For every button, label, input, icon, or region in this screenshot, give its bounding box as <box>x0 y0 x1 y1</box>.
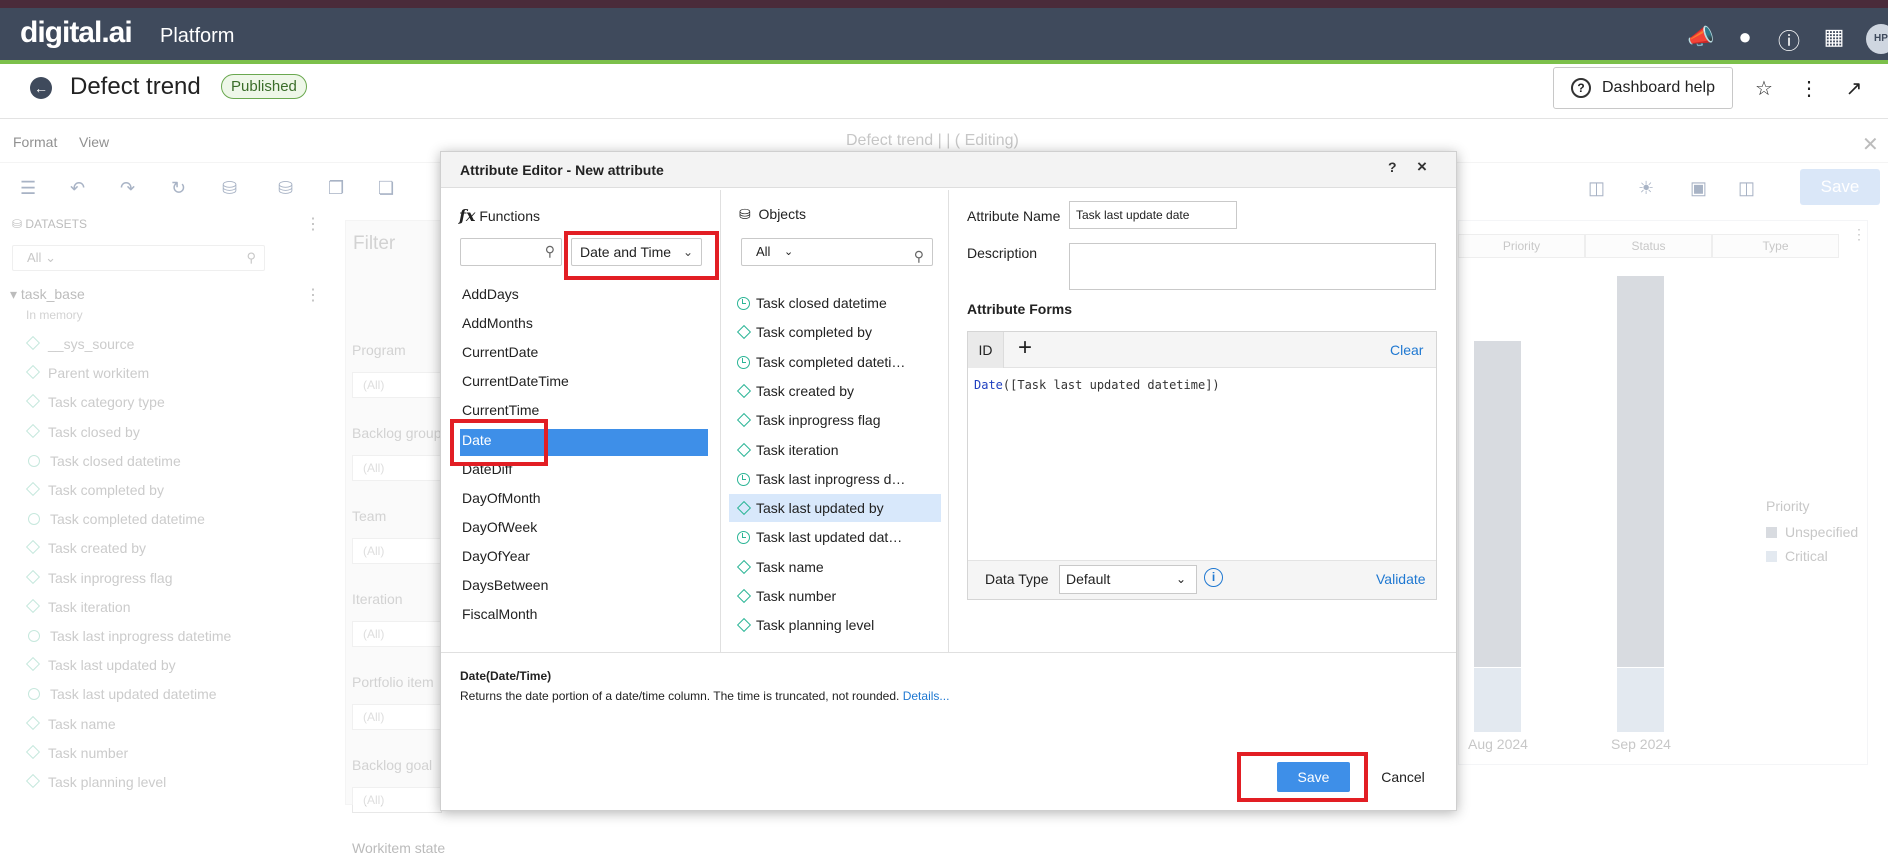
collapse-icon[interactable]: ↗ <box>1842 76 1866 101</box>
user-avatar[interactable]: HP <box>1866 24 1888 54</box>
object-item-label: Task last updated dat… <box>756 529 903 546</box>
highlight-box <box>1237 752 1368 802</box>
search-icon: ⚲ <box>913 248 924 264</box>
dashboard-help-label: Dashboard help <box>1602 79 1715 96</box>
award-icon[interactable]: ● <box>1731 24 1759 50</box>
dialog-help-icon[interactable]: ? <box>1388 159 1397 175</box>
function-signature: Date(Date/Time) <box>460 669 552 683</box>
dialog-title: Attribute Editor - New attribute <box>460 162 664 178</box>
clear-link[interactable]: Clear <box>1390 342 1423 358</box>
object-item[interactable]: Task planning level <box>736 617 875 634</box>
function-item[interactable]: CurrentTime <box>462 402 539 418</box>
product-name: Platform <box>160 25 235 47</box>
apps-grid-icon[interactable]: ▦ <box>1820 24 1848 50</box>
clock-icon <box>737 297 750 310</box>
announcement-icon[interactable]: 📣 <box>1687 24 1715 50</box>
object-item-label: Task number <box>756 588 837 604</box>
search-icon: ⚲ <box>544 243 555 259</box>
function-item[interactable]: DaysBetween <box>462 577 548 593</box>
functions-heading: fx Functions <box>459 206 541 225</box>
dashboard-help-button[interactable]: ? Dashboard help <box>1553 67 1733 109</box>
highlight-box <box>564 231 719 280</box>
add-form-button[interactable]: + <box>1018 334 1032 362</box>
divider <box>948 190 949 652</box>
more-vertical-icon[interactable]: ⋮ <box>1797 76 1821 101</box>
divider <box>720 190 721 652</box>
attribute-name-label: Attribute Name <box>967 208 1061 224</box>
chevron-down-icon: ⌄ <box>784 246 794 258</box>
object-item[interactable]: Task name <box>736 558 824 575</box>
details-link[interactable]: Details... <box>903 689 950 703</box>
top-navbar: digital.ai Platform 📣 ● ⓘ ▦ HP <box>0 8 1888 60</box>
object-item-label: Task last updated by <box>756 500 884 517</box>
back-arrow-icon[interactable]: ← <box>30 77 52 99</box>
function-item[interactable]: CurrentDate <box>462 344 538 360</box>
objects-filter-select[interactable]: All ⌄ ⚲ <box>741 238 933 266</box>
object-item[interactable]: Task completed dateti… <box>737 353 906 370</box>
chevron-down-icon: ⌄ <box>1175 572 1186 586</box>
object-item-label: Task completed by <box>756 324 872 341</box>
dialog-close-icon[interactable]: × <box>1417 157 1427 177</box>
function-item[interactable]: CurrentDateTime <box>462 373 569 389</box>
question-circle-icon: ? <box>1571 78 1591 98</box>
object-item-label: Task last inprogress d… <box>756 470 906 487</box>
function-item[interactable]: AddDays <box>462 286 519 302</box>
object-item[interactable]: Task last inprogress d… <box>737 470 906 487</box>
clock-icon <box>737 472 750 486</box>
help-icon[interactable]: ⓘ <box>1775 24 1803 56</box>
highlight-box <box>450 419 548 466</box>
validate-link[interactable]: Validate <box>1376 571 1426 587</box>
star-icon[interactable]: ☆ <box>1752 76 1776 101</box>
cancel-button[interactable]: Cancel <box>1379 762 1427 792</box>
description-label: Description <box>967 245 1038 261</box>
function-item[interactable]: DayOfYear <box>462 548 530 564</box>
accent-line <box>0 60 1888 64</box>
description-input[interactable] <box>1069 243 1436 290</box>
object-item-label: Task iteration <box>756 441 839 458</box>
object-item[interactable]: Task number <box>736 588 837 604</box>
object-item[interactable]: Task last updated by <box>736 500 884 517</box>
brand-logo[interactable]: digital.ai <box>20 16 133 50</box>
attribute-forms-label: Attribute Forms <box>967 301 1072 317</box>
top-strip <box>0 0 1888 8</box>
function-description: Returns the date portion of a date/time … <box>460 689 950 703</box>
formula-function: Date <box>974 378 1003 392</box>
object-item[interactable]: Task completed by <box>736 324 872 341</box>
object-item[interactable]: Task last updated dat… <box>737 529 903 546</box>
divider <box>441 652 1456 653</box>
attribute-name-input[interactable]: Task last update date <box>1069 201 1237 229</box>
function-item[interactable]: AddMonths <box>462 315 533 331</box>
function-item[interactable]: DayOfMonth <box>462 490 541 506</box>
object-item[interactable]: Task closed datetime <box>737 295 887 311</box>
object-item[interactable]: Task created by <box>736 382 855 399</box>
objects-heading: ⛁ Objects <box>739 206 806 222</box>
object-item-label: Task created by <box>756 382 855 399</box>
data-type-select[interactable]: Default ⌄ <box>1059 565 1197 594</box>
function-item[interactable]: DayOfWeek <box>462 519 537 535</box>
object-item-label: Task closed datetime <box>756 295 887 311</box>
formula-editor[interactable]: Date([Task last updated datetime]) <box>974 378 1220 392</box>
object-item[interactable]: Task iteration <box>736 441 839 458</box>
data-type-label: Data Type <box>985 571 1049 587</box>
object-item-label: Task inprogress flag <box>756 412 881 429</box>
object-item-label: Task name <box>756 558 824 575</box>
object-item-label: Task planning level <box>756 617 875 634</box>
page-title: Defect trend <box>70 73 201 100</box>
fx-icon: fx <box>459 206 476 225</box>
tab-id-form[interactable]: ID <box>968 332 1004 368</box>
function-item[interactable]: FiscalMonth <box>462 606 537 622</box>
functions-search-input[interactable]: ⚲ <box>460 238 562 266</box>
formula-arguments: ([Task last updated datetime]) <box>1002 378 1220 392</box>
status-badge: Published <box>221 74 307 99</box>
object-item[interactable]: Task inprogress flag <box>736 412 881 429</box>
clock-icon <box>737 355 750 369</box>
filter-label: Workitem state <box>352 840 446 856</box>
forms-toolbar <box>968 332 1436 368</box>
info-icon[interactable]: i <box>1204 568 1223 587</box>
object-item-label: Task completed dateti… <box>756 353 906 370</box>
